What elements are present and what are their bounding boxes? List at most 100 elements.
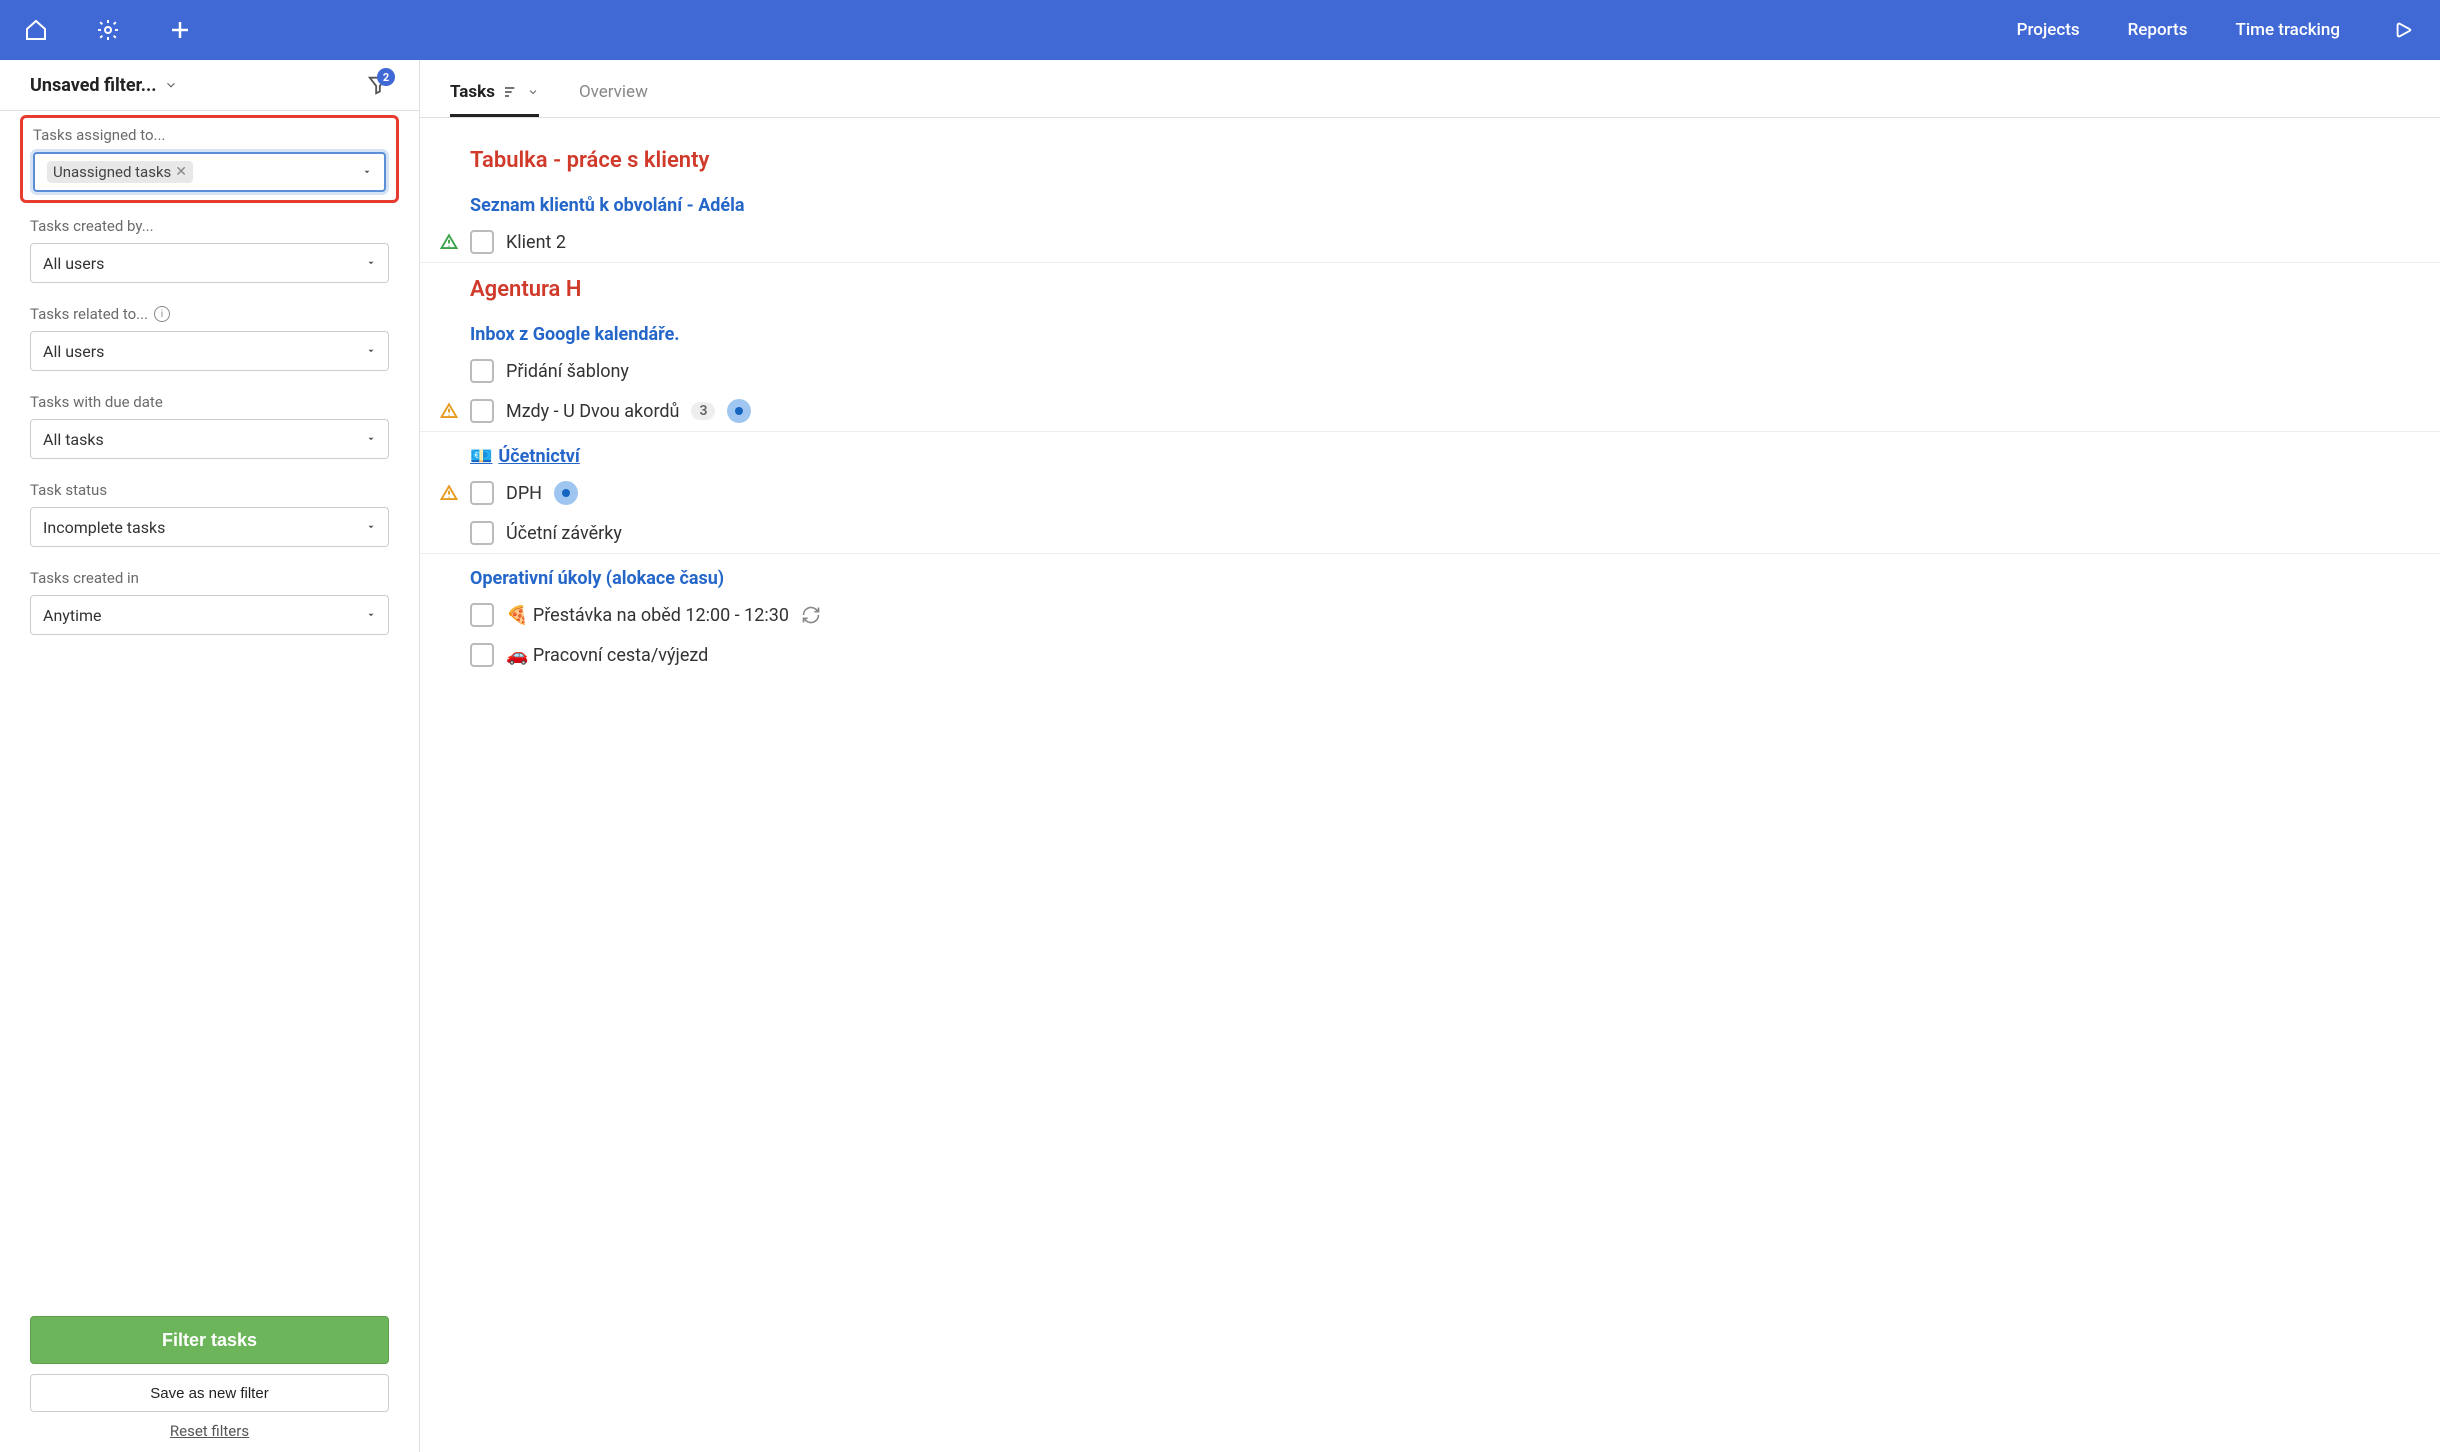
caret-down-icon bbox=[366, 434, 376, 444]
topbar-left bbox=[20, 14, 196, 46]
home-icon[interactable] bbox=[20, 14, 52, 46]
topbar-right: Projects Reports Time tracking bbox=[2017, 14, 2420, 46]
tasklist-emoji: 💶 bbox=[470, 446, 492, 467]
caret-down-icon bbox=[366, 610, 376, 620]
chevron-down-icon[interactable] bbox=[164, 78, 178, 92]
filter-created-by-value: All users bbox=[43, 254, 104, 273]
task-list: Tabulka - práce s klienty Seznam klientů… bbox=[420, 118, 2440, 1452]
task-row[interactable]: 🍕 Přestávka na oběd 12:00 - 12:30 bbox=[420, 595, 2440, 635]
sidebar-footer: Filter tasks Save as new filter Reset fi… bbox=[0, 1305, 419, 1452]
filter-due-date: Tasks with due date All tasks bbox=[30, 393, 389, 459]
filter-assigned-to-select[interactable]: Unassigned tasks ✕ bbox=[33, 152, 386, 192]
task-label: Mzdy - U Dvou akordů bbox=[506, 401, 679, 422]
content: Tasks Overview Tabulka - práce s klienty… bbox=[420, 60, 2440, 1452]
task-checkbox[interactable] bbox=[470, 603, 494, 627]
reset-filters-link[interactable]: Reset filters bbox=[30, 1422, 389, 1440]
task-checkbox[interactable] bbox=[470, 359, 494, 383]
tab-tasks[interactable]: Tasks bbox=[450, 74, 539, 117]
tasklist-title[interactable]: Operativní úkoly (alokace času) bbox=[420, 554, 2440, 595]
priority-medium-icon bbox=[440, 402, 458, 420]
project-title[interactable]: Agentura H bbox=[420, 263, 2440, 310]
tab-overview-label: Overview bbox=[579, 82, 648, 102]
filter-related-to: Tasks related to... i All users bbox=[30, 305, 389, 371]
list-view-icon bbox=[503, 84, 519, 100]
gear-icon[interactable] bbox=[92, 14, 124, 46]
priority-high-icon bbox=[440, 233, 458, 251]
filter-title[interactable]: Unsaved filter... bbox=[30, 75, 156, 96]
task-row[interactable]: DPH bbox=[420, 473, 2440, 513]
task-row[interactable]: 🚗 Pracovní cesta/výjezd bbox=[420, 635, 2440, 675]
task-label: Přidání šablony bbox=[506, 361, 629, 382]
filter-created-in-value: Anytime bbox=[43, 606, 101, 625]
caret-down-icon bbox=[362, 167, 372, 177]
filter-related-to-value: All users bbox=[43, 342, 104, 361]
task-row[interactable]: Mzdy - U Dvou akordů 3 bbox=[420, 391, 2440, 431]
filter-created-in: Tasks created in Anytime bbox=[30, 569, 389, 635]
task-checkbox[interactable] bbox=[470, 230, 494, 254]
info-icon[interactable]: i bbox=[154, 306, 170, 322]
sidebar-header: Unsaved filter... 2 bbox=[0, 60, 419, 111]
caret-down-icon bbox=[366, 258, 376, 268]
nav-projects[interactable]: Projects bbox=[2017, 20, 2080, 40]
recurring-icon bbox=[801, 605, 821, 625]
filter-due-date-label: Tasks with due date bbox=[30, 393, 389, 411]
filter-created-by-select[interactable]: All users bbox=[30, 243, 389, 283]
filter-status-select[interactable]: Incomplete tasks bbox=[30, 507, 389, 547]
status-dot-icon bbox=[727, 399, 751, 423]
task-row[interactable]: Klient 2 bbox=[420, 222, 2440, 262]
filter-status-label: Task status bbox=[30, 481, 389, 499]
task-row[interactable]: Přidání šablony bbox=[420, 351, 2440, 391]
filter-assigned-to-label: Tasks assigned to... bbox=[33, 126, 386, 144]
add-icon[interactable] bbox=[164, 14, 196, 46]
priority-medium-icon bbox=[440, 484, 458, 502]
tasklist-title-label: Účetnictví bbox=[498, 446, 579, 467]
task-label: Klient 2 bbox=[506, 232, 566, 253]
assignee-chip-label: Unassigned tasks bbox=[53, 163, 171, 181]
tab-overview[interactable]: Overview bbox=[579, 74, 648, 117]
filter-tasks-button[interactable]: Filter tasks bbox=[30, 1316, 389, 1364]
task-row[interactable]: Účetní závěrky bbox=[420, 513, 2440, 553]
nav-reports[interactable]: Reports bbox=[2128, 20, 2188, 40]
play-icon[interactable] bbox=[2388, 14, 2420, 46]
task-checkbox[interactable] bbox=[470, 399, 494, 423]
filter-related-to-select[interactable]: All users bbox=[30, 331, 389, 371]
chip-remove-icon[interactable]: ✕ bbox=[175, 164, 187, 180]
filter-created-by-label: Tasks created by... bbox=[30, 217, 389, 235]
filter-created-by: Tasks created by... All users bbox=[30, 217, 389, 283]
subtask-count-badge: 3 bbox=[691, 402, 715, 420]
topbar: Projects Reports Time tracking bbox=[0, 0, 2440, 60]
sidebar-body: Tasks assigned to... Unassigned tasks ✕ … bbox=[0, 111, 419, 1305]
task-label: Účetní závěrky bbox=[506, 523, 622, 544]
filter-status-value: Incomplete tasks bbox=[43, 518, 165, 537]
assignee-chip: Unassigned tasks ✕ bbox=[47, 161, 193, 183]
filter-assigned-to: Tasks assigned to... Unassigned tasks ✕ bbox=[20, 115, 399, 203]
filter-created-in-label: Tasks created in bbox=[30, 569, 389, 587]
active-filters-indicator[interactable]: 2 bbox=[367, 74, 389, 96]
filter-status: Task status Incomplete tasks bbox=[30, 481, 389, 547]
task-checkbox[interactable] bbox=[470, 521, 494, 545]
tasklist-title[interactable]: 💶 Účetnictví bbox=[420, 432, 2440, 473]
filter-created-in-select[interactable]: Anytime bbox=[30, 595, 389, 635]
task-checkbox[interactable] bbox=[470, 481, 494, 505]
content-tabs: Tasks Overview bbox=[420, 60, 2440, 118]
project-title[interactable]: Tabulka - práce s klienty bbox=[420, 134, 2440, 181]
filter-count-badge: 2 bbox=[377, 68, 395, 86]
task-label: DPH bbox=[506, 483, 542, 504]
tab-tasks-label: Tasks bbox=[450, 82, 495, 102]
save-filter-button[interactable]: Save as new filter bbox=[30, 1374, 389, 1412]
task-label: 🚗 Pracovní cesta/výjezd bbox=[506, 645, 708, 666]
tasklist-title[interactable]: Inbox z Google kalendáře. bbox=[420, 310, 2440, 351]
tasklist-title[interactable]: Seznam klientů k obvolání - Adéla bbox=[420, 181, 2440, 222]
task-checkbox[interactable] bbox=[470, 643, 494, 667]
caret-down-icon bbox=[366, 346, 376, 356]
nav-time-tracking[interactable]: Time tracking bbox=[2235, 20, 2340, 40]
task-label: 🍕 Přestávka na oběd 12:00 - 12:30 bbox=[506, 605, 789, 626]
status-dot-icon bbox=[554, 481, 578, 505]
main-layout: Unsaved filter... 2 Tasks assigned to...… bbox=[0, 60, 2440, 1452]
caret-down-icon bbox=[366, 522, 376, 532]
filter-due-date-value: All tasks bbox=[43, 430, 104, 449]
filter-related-to-label: Tasks related to... i bbox=[30, 305, 389, 323]
chevron-down-icon[interactable] bbox=[527, 86, 539, 98]
sidebar: Unsaved filter... 2 Tasks assigned to...… bbox=[0, 60, 420, 1452]
filter-due-date-select[interactable]: All tasks bbox=[30, 419, 389, 459]
